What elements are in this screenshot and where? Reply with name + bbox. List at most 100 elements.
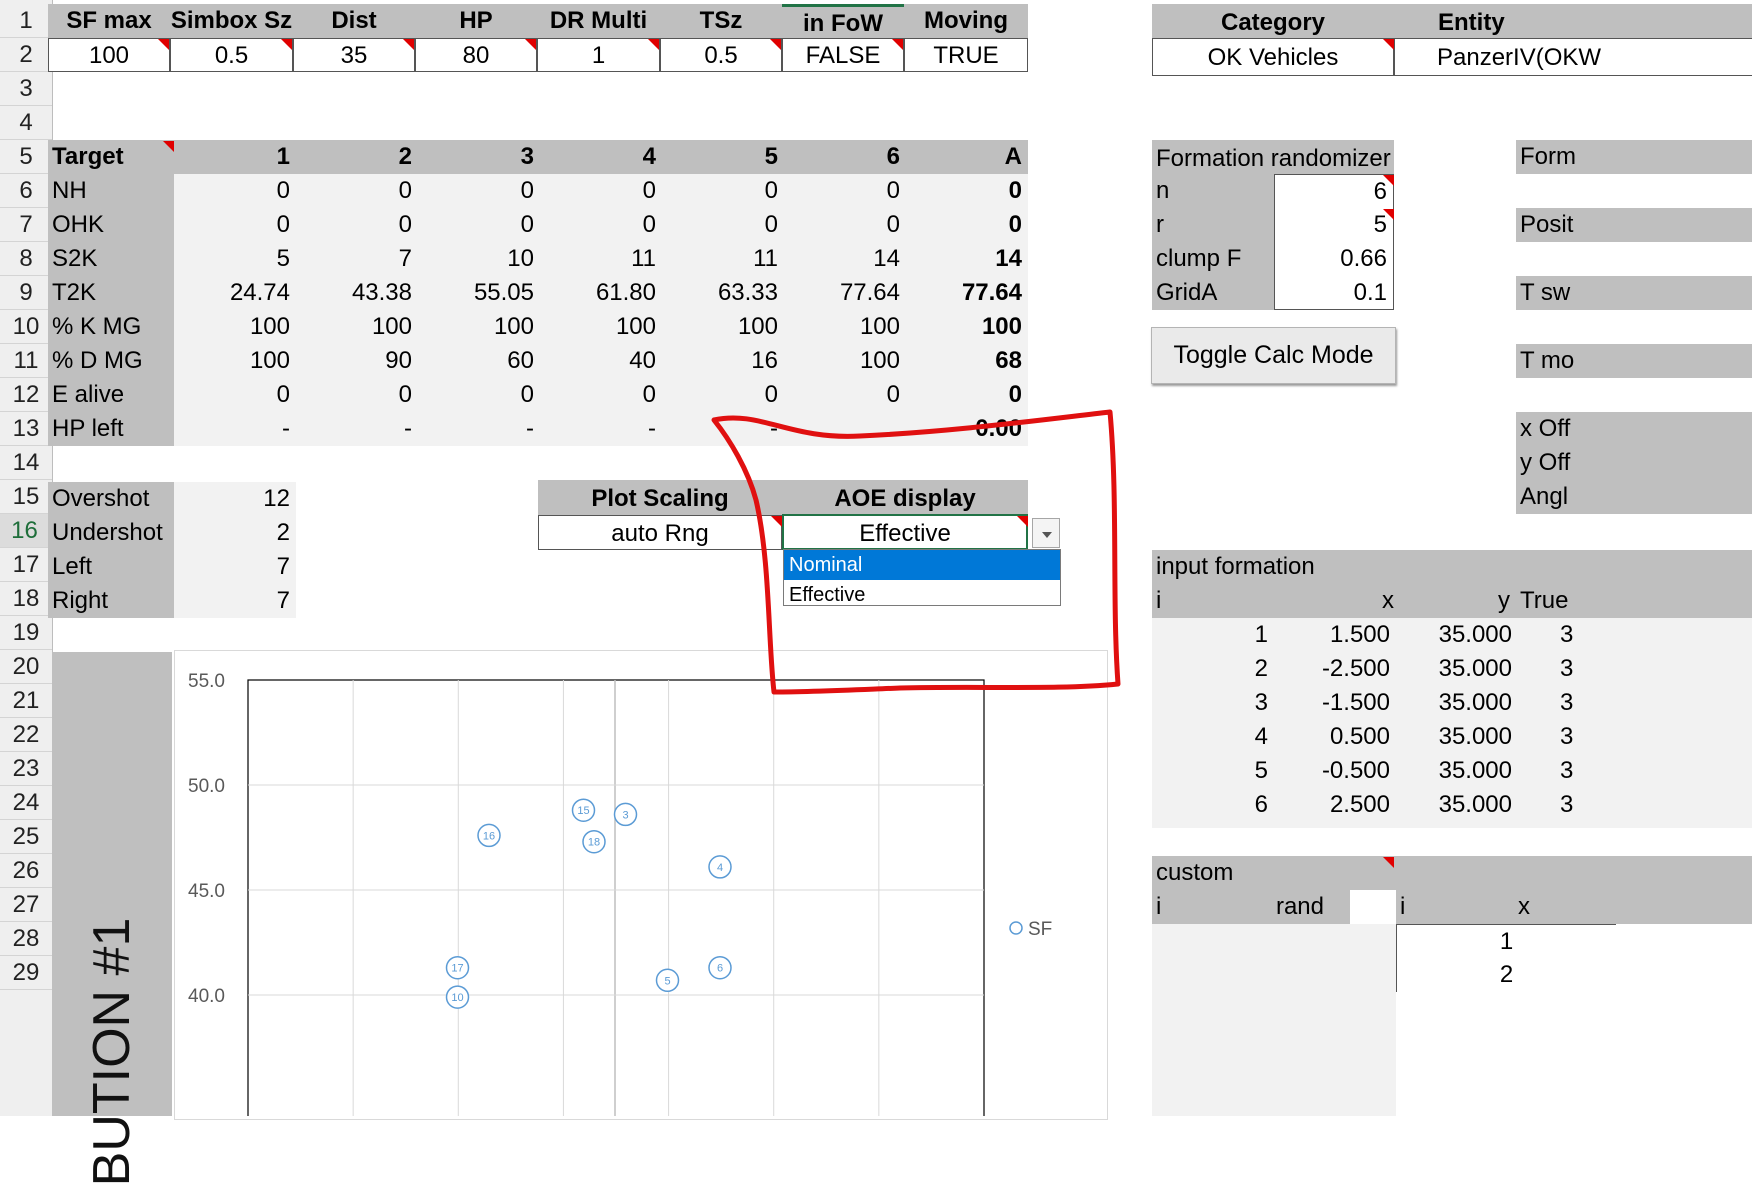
target-value-cell[interactable]: 100 — [418, 310, 540, 344]
row-number[interactable]: 4 — [0, 106, 52, 140]
param-value[interactable]: TRUE — [904, 38, 1028, 72]
row-number[interactable]: 15 — [0, 480, 52, 514]
row-number[interactable]: 19 — [0, 616, 52, 650]
target-value-cell[interactable]: 55.05 — [418, 276, 540, 310]
target-value-cell[interactable]: - — [296, 412, 418, 446]
custom-index-cell[interactable]: 2 — [1396, 958, 1616, 992]
target-value-cell[interactable]: 77.64 — [784, 276, 906, 310]
input-formation-cell[interactable]: 35.000 — [1396, 618, 1518, 652]
row-number[interactable]: 25 — [0, 820, 52, 854]
param-value[interactable]: 0.5 — [660, 38, 782, 72]
input-formation-cell[interactable]: 3 — [1518, 652, 1752, 686]
randomizer-value[interactable]: 6 — [1274, 174, 1394, 208]
input-formation-cell[interactable]: 1 — [1152, 618, 1274, 652]
input-formation-cell[interactable]: -0.500 — [1274, 754, 1396, 788]
target-value-cell[interactable]: 100 — [662, 310, 784, 344]
target-value-cell[interactable]: 100 — [906, 310, 1028, 344]
input-formation-cell[interactable]: -1.500 — [1274, 686, 1396, 720]
row-number[interactable]: 1 — [0, 4, 52, 38]
target-value-cell[interactable]: 0 — [906, 378, 1028, 412]
row-number[interactable]: 2 — [0, 38, 52, 72]
target-value-cell[interactable]: 0 — [418, 208, 540, 242]
target-value-cell[interactable]: 77.64 — [906, 276, 1028, 310]
row-number[interactable]: 8 — [0, 242, 52, 276]
option-nominal[interactable]: Nominal — [784, 550, 1060, 580]
row-number[interactable]: 16 — [0, 514, 52, 548]
target-value-cell[interactable]: - — [662, 412, 784, 446]
row-number[interactable]: 21 — [0, 684, 52, 718]
row-number[interactable]: 27 — [0, 888, 52, 922]
input-formation-cell[interactable]: 35.000 — [1396, 788, 1518, 822]
target-value-cell[interactable]: 0 — [784, 208, 906, 242]
category-select[interactable]: OK Vehicles — [1152, 38, 1394, 76]
row-number[interactable]: 28 — [0, 922, 52, 956]
row-number[interactable]: 22 — [0, 718, 52, 752]
row-number[interactable]: 29 — [0, 956, 52, 990]
target-value-cell[interactable]: 14 — [906, 242, 1028, 276]
target-value-cell[interactable]: 0 — [784, 378, 906, 412]
target-value-cell[interactable]: 0 — [174, 378, 296, 412]
param-value[interactable]: 100 — [48, 38, 170, 72]
param-value[interactable]: FALSE — [782, 38, 904, 72]
shot-value[interactable]: 2 — [174, 516, 296, 550]
target-value-cell[interactable]: 43.38 — [296, 276, 418, 310]
randomizer-value[interactable]: 0.1 — [1274, 276, 1394, 310]
target-value-cell[interactable]: 0 — [174, 208, 296, 242]
target-value-cell[interactable]: 0.00 — [906, 412, 1028, 446]
target-value-cell[interactable]: 100 — [784, 344, 906, 378]
target-value-cell[interactable]: 0 — [296, 208, 418, 242]
target-value-cell[interactable]: 11 — [540, 242, 662, 276]
row-number[interactable]: 7 — [0, 208, 52, 242]
target-value-cell[interactable]: 61.80 — [540, 276, 662, 310]
target-value-cell[interactable] — [784, 412, 906, 446]
toggle-calc-mode-button[interactable]: Toggle Calc Mode — [1151, 327, 1396, 384]
param-value[interactable]: 1 — [537, 38, 660, 72]
shot-value[interactable]: 7 — [174, 550, 296, 584]
target-value-cell[interactable]: - — [540, 412, 662, 446]
shot-value[interactable]: 7 — [174, 584, 296, 618]
row-number[interactable]: 14 — [0, 446, 52, 480]
row-number[interactable]: 17 — [0, 548, 52, 582]
target-value-cell[interactable]: 0 — [662, 378, 784, 412]
target-value-cell[interactable]: 0 — [418, 378, 540, 412]
option-effective[interactable]: Effective — [784, 580, 1060, 610]
target-value-cell[interactable]: 0 — [662, 208, 784, 242]
target-value-cell[interactable]: 0 — [296, 174, 418, 208]
randomizer-value[interactable]: 0.66 — [1274, 242, 1394, 276]
input-formation-cell[interactable]: 3 — [1518, 788, 1752, 822]
row-number[interactable]: 5 — [0, 140, 52, 174]
row-number[interactable]: 3 — [0, 72, 52, 106]
dropdown-arrow-button[interactable] — [1032, 518, 1060, 548]
input-formation-cell[interactable]: 35.000 — [1396, 754, 1518, 788]
target-value-cell[interactable]: - — [418, 412, 540, 446]
row-number[interactable]: 10 — [0, 310, 52, 344]
param-value[interactable]: 80 — [415, 38, 537, 72]
target-value-cell[interactable]: 0 — [540, 208, 662, 242]
aoe-display-select[interactable]: Effective — [782, 514, 1028, 550]
row-number[interactable]: 6 — [0, 174, 52, 208]
row-number[interactable]: 12 — [0, 378, 52, 412]
input-formation-cell[interactable]: 2.500 — [1274, 788, 1396, 822]
target-value-cell[interactable]: 90 — [296, 344, 418, 378]
row-number[interactable]: 20 — [0, 650, 52, 684]
target-value-cell[interactable]: 100 — [784, 310, 906, 344]
target-value-cell[interactable]: 0 — [418, 174, 540, 208]
plot-scaling-select[interactable]: auto Rng — [538, 515, 782, 550]
target-value-cell[interactable]: 14 — [784, 242, 906, 276]
target-value-cell[interactable]: - — [174, 412, 296, 446]
target-value-cell[interactable]: 7 — [296, 242, 418, 276]
target-value-cell[interactable]: 0 — [906, 208, 1028, 242]
input-formation-cell[interactable]: 35.000 — [1396, 652, 1518, 686]
row-number[interactable]: 26 — [0, 854, 52, 888]
target-value-cell[interactable]: 0 — [662, 174, 784, 208]
row-number[interactable]: 23 — [0, 752, 52, 786]
target-value-cell[interactable]: 11 — [662, 242, 784, 276]
row-number[interactable]: 18 — [0, 582, 52, 616]
param-value[interactable]: 35 — [293, 38, 415, 72]
target-value-cell[interactable]: 0 — [540, 174, 662, 208]
target-value-cell[interactable]: 0 — [906, 174, 1028, 208]
target-value-cell[interactable]: 0 — [540, 378, 662, 412]
target-value-cell[interactable]: 100 — [296, 310, 418, 344]
target-value-cell[interactable]: 16 — [662, 344, 784, 378]
entity-select[interactable]: PanzerIV(OKW — [1394, 38, 1752, 76]
